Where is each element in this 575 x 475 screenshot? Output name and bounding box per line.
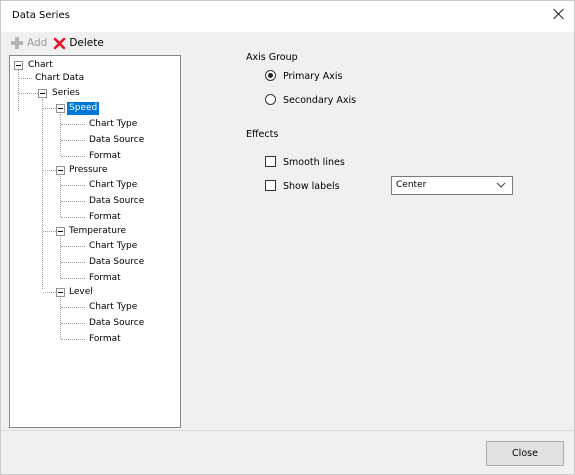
secondary-axis-label[interactable]: Secondary Axis xyxy=(283,95,356,106)
collapse-icon[interactable] xyxy=(38,89,47,98)
add-button[interactable]: Add xyxy=(10,36,47,50)
tree-node-pressure[interactable]: Pressure xyxy=(67,164,109,177)
primary-axis-label[interactable]: Primary Axis xyxy=(283,71,342,82)
collapse-icon[interactable] xyxy=(14,61,23,70)
series-tree[interactable]: Chart Chart Data Series Speed Chart Type… xyxy=(9,55,181,428)
toolbar: Add Delete xyxy=(10,34,180,52)
add-button-label: Add xyxy=(27,37,48,49)
tree-node-speed[interactable]: Speed xyxy=(67,102,100,115)
collapse-icon[interactable] xyxy=(56,166,65,175)
collapse-icon[interactable] xyxy=(56,227,65,236)
tree-node-chart-type[interactable]: Chart Type xyxy=(87,240,139,253)
tree-node-series[interactable]: Series xyxy=(50,87,82,100)
data-series-dialog: Data Series Add Delete Chart Chart Data … xyxy=(0,0,575,475)
tree-node-format[interactable]: Format xyxy=(87,272,123,285)
smooth-lines-checkbox[interactable] xyxy=(265,156,276,167)
label-position-dropdown[interactable]: Center xyxy=(391,176,513,195)
smooth-lines-label[interactable]: Smooth lines xyxy=(283,157,345,168)
tree-node-level[interactable]: Level xyxy=(67,286,95,299)
tree-node-format[interactable]: Format xyxy=(87,211,123,224)
tree-node-data-source[interactable]: Data Source xyxy=(87,195,146,208)
tree-node-format[interactable]: Format xyxy=(87,150,123,163)
show-labels-label[interactable]: Show labels xyxy=(283,181,340,192)
title-bar: Data Series xyxy=(1,1,574,32)
window-title: Data Series xyxy=(12,10,70,21)
tree-node-chart-type[interactable]: Chart Type xyxy=(87,118,139,131)
tree-node-chart-type[interactable]: Chart Type xyxy=(87,301,139,314)
collapse-icon[interactable] xyxy=(56,288,65,297)
primary-axis-radio[interactable] xyxy=(265,70,276,81)
effects-label: Effects xyxy=(246,129,279,140)
axis-group-label: Axis Group xyxy=(246,52,298,63)
tree-node-chart-type[interactable]: Chart Type xyxy=(87,179,139,192)
secondary-axis-radio[interactable] xyxy=(265,94,276,105)
chevron-down-icon xyxy=(496,182,506,188)
tree-node-temperature[interactable]: Temperature xyxy=(67,225,128,238)
close-button[interactable]: Close xyxy=(486,441,564,466)
tree-node-data-source[interactable]: Data Source xyxy=(87,256,146,269)
tree-node-format[interactable]: Format xyxy=(87,333,123,346)
dialog-footer: Close xyxy=(1,430,574,474)
tree-node-data-source[interactable]: Data Source xyxy=(87,317,146,330)
plus-icon xyxy=(11,37,23,49)
delete-x-icon xyxy=(54,37,66,49)
tree-node-chart-data[interactable]: Chart Data xyxy=(33,72,86,85)
delete-button-label: Delete xyxy=(69,37,104,49)
show-labels-checkbox[interactable] xyxy=(265,180,276,191)
close-icon[interactable] xyxy=(552,7,566,21)
tree-node-chart[interactable]: Chart xyxy=(26,59,55,72)
collapse-icon[interactable] xyxy=(56,104,65,113)
delete-button[interactable]: Delete xyxy=(53,37,104,50)
tree-node-data-source[interactable]: Data Source xyxy=(87,134,146,147)
settings-panel: Axis Group Primary Axis Secondary Axis E… xyxy=(182,33,574,430)
label-position-value: Center xyxy=(396,180,427,190)
